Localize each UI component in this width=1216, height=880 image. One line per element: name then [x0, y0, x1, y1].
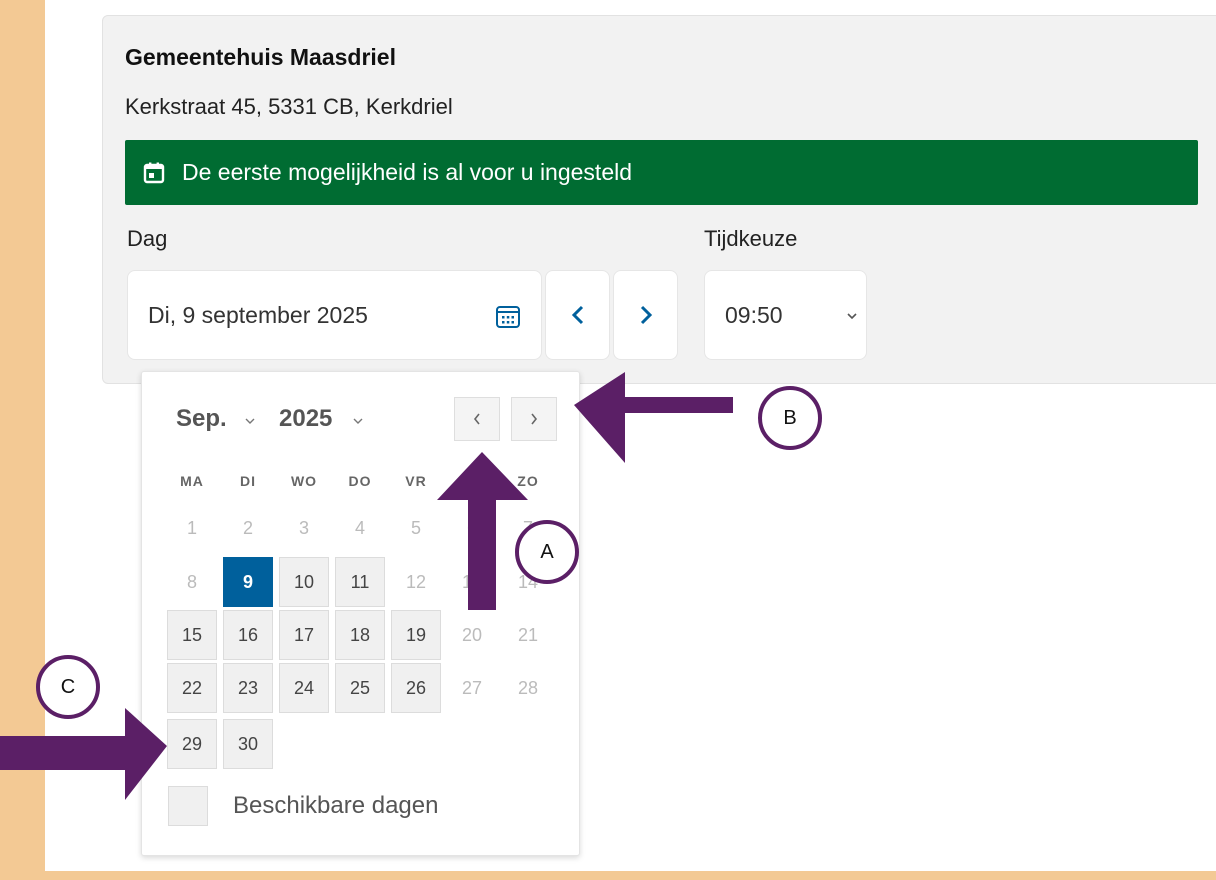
arrow-c: [0, 708, 167, 800]
arrow-a: [437, 452, 528, 610]
annotation-b: B: [758, 386, 822, 450]
annotation-arrows: [0, 372, 733, 800]
annotation-a: A: [515, 520, 579, 584]
annotation-c: C: [36, 655, 100, 719]
arrow-b: [574, 372, 733, 463]
